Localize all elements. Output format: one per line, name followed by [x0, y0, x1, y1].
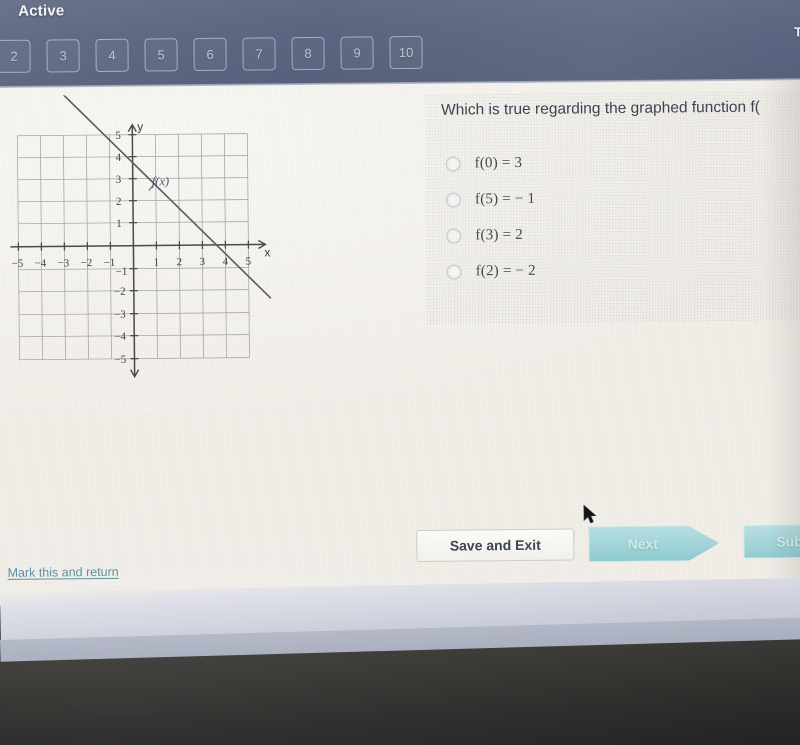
- answer-choice-label: f(2) = − 2: [475, 262, 536, 279]
- x-tick-label: 5: [246, 256, 252, 268]
- graph-svg: −5 −4 −3 −2 −1 1 2 3 4 5 5 4 3 2 1 −1 −2…: [10, 93, 272, 379]
- pager-item[interactable]: 7: [242, 37, 276, 71]
- y-tick-label: −4: [114, 331, 126, 343]
- answer-choice[interactable]: f(3) = 2: [446, 215, 776, 254]
- pager-item[interactable]: 2: [0, 39, 31, 73]
- y-tick-label: 5: [115, 130, 121, 142]
- mark-this-and-return-link[interactable]: Mark this and return: [7, 565, 118, 580]
- y-tick-label: −1: [116, 266, 128, 278]
- radio-button-icon[interactable]: [446, 228, 462, 244]
- graph-axes: [10, 124, 265, 377]
- y-tick-label: −5: [114, 354, 126, 366]
- pager-item[interactable]: 10: [389, 35, 423, 70]
- y-tick-label: −2: [114, 286, 126, 298]
- radio-button-icon[interactable]: [446, 264, 462, 280]
- question-page: −5 −4 −3 −2 −1 1 2 3 4 5 5 4 3 2 1 −1 −2…: [0, 80, 800, 606]
- x-tick-label: −1: [104, 257, 116, 269]
- submit-button-label: Sub: [776, 533, 800, 550]
- mouse-cursor-icon: [583, 504, 597, 524]
- x-tick-label: −5: [12, 258, 24, 270]
- y-tick-label: 3: [116, 174, 122, 186]
- pager-item[interactable]: 8: [291, 36, 325, 71]
- answer-choice[interactable]: f(5) = − 1: [445, 179, 776, 218]
- answer-choice[interactable]: f(2) = − 2: [446, 251, 776, 290]
- next-button-label: Next: [627, 535, 659, 552]
- y-tick-label: 2: [116, 196, 122, 208]
- question-prompt: Which is true regarding the graphed func…: [441, 98, 760, 119]
- radio-button-icon[interactable]: [445, 156, 461, 172]
- answer-choice-list[interactable]: f(0) = 3 f(5) = − 1 f(3) = 2 f(2) = − 2: [445, 143, 776, 290]
- y-tick-label: −3: [114, 309, 126, 321]
- question-pagination[interactable]: 2 3 4 5 6 7 8 9 10: [0, 35, 423, 73]
- y-tick-label: 1: [116, 218, 122, 230]
- answer-choice-label: f(0) = 3: [474, 154, 523, 171]
- pager-item[interactable]: 5: [144, 38, 178, 72]
- function-series-label: f(x): [152, 174, 169, 188]
- y-tick-label: 4: [116, 152, 122, 164]
- function-graph: −5 −4 −3 −2 −1 1 2 3 4 5 5 4 3 2 1 −1 −2…: [1, 93, 294, 396]
- time-remaining-label: TI: [794, 24, 800, 40]
- status-badge: Active: [18, 2, 65, 20]
- x-tick-label: 1: [154, 256, 160, 268]
- axis-tick-labels: −5 −4 −3 −2 −1 1 2 3 4 5 5 4 3 2 1 −1 −2…: [12, 130, 252, 366]
- radio-button-icon[interactable]: [445, 192, 462, 208]
- answer-choice[interactable]: f(0) = 3: [445, 143, 775, 182]
- monitor-screen-area: Active TI 2 3 4 5 6 7 8 9 10 −5 −4 −3 −2…: [0, 0, 800, 606]
- pager-item[interactable]: 9: [340, 36, 374, 70]
- x-tick-label: −2: [81, 257, 93, 269]
- x-axis-label: x: [264, 245, 270, 259]
- pager-item[interactable]: 4: [95, 38, 129, 73]
- next-button[interactable]: Next: [588, 525, 719, 562]
- submit-button[interactable]: Sub: [743, 523, 800, 559]
- pager-item[interactable]: 3: [46, 39, 80, 73]
- x-tick-label: 2: [177, 256, 183, 268]
- x-tick-label: 3: [200, 256, 206, 268]
- answer-choice-label: f(3) = 2: [475, 226, 523, 243]
- quiz-header-bar: Active TI 2 3 4 5 6 7 8 9 10: [0, 0, 800, 90]
- x-tick-label: −3: [58, 257, 70, 269]
- answer-choice-label: f(5) = − 1: [474, 190, 536, 207]
- screenshot-root: Active TI 2 3 4 5 6 7 8 9 10 −5 −4 −3 −2…: [0, 0, 800, 745]
- y-axis-label: y: [137, 120, 143, 134]
- axis-arrow-icon: [127, 123, 267, 379]
- save-and-exit-button[interactable]: Save and Exit: [416, 528, 575, 562]
- pager-item[interactable]: 6: [193, 37, 227, 72]
- x-tick-label: −4: [35, 258, 47, 270]
- x-tick-label: 4: [223, 256, 229, 268]
